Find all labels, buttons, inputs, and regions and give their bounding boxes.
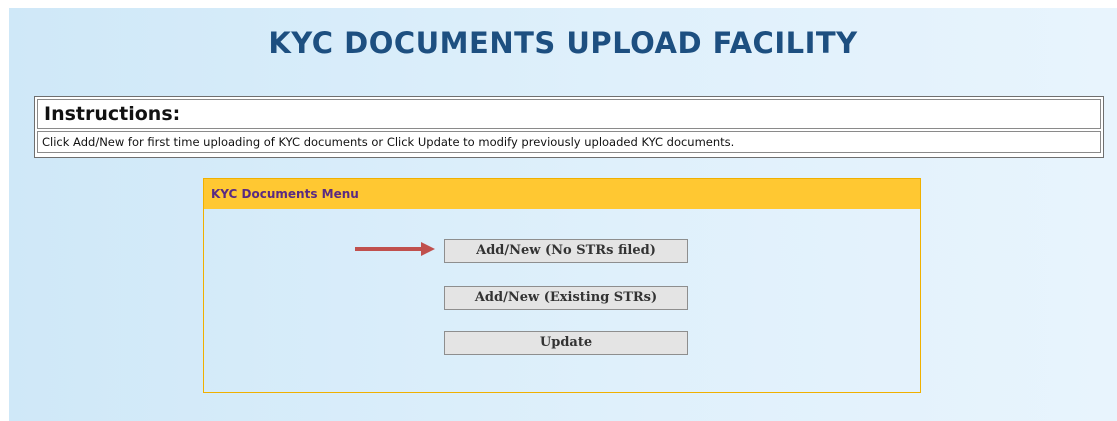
add-new-no-strs-button[interactable]: Add/New (No STRs filed) bbox=[444, 239, 688, 263]
instructions-heading: Instructions: bbox=[37, 99, 1101, 129]
arrow-right-icon bbox=[355, 242, 435, 256]
add-new-existing-strs-button[interactable]: Add/New (Existing STRs) bbox=[444, 286, 688, 310]
page-title: KYC DOCUMENTS UPLOAD FACILITY bbox=[268, 26, 858, 60]
update-button[interactable]: Update bbox=[444, 331, 688, 355]
menu-title: KYC Documents Menu bbox=[204, 179, 920, 209]
instructions-panel: Instructions: Click Add/New for first ti… bbox=[34, 96, 1104, 158]
kyc-documents-menu: KYC Documents Menu Add/New (No STRs file… bbox=[203, 178, 921, 393]
instructions-text: Click Add/New for first time uploading o… bbox=[37, 131, 1101, 153]
page-background: KYC DOCUMENTS UPLOAD FACILITY Instructio… bbox=[9, 8, 1117, 421]
